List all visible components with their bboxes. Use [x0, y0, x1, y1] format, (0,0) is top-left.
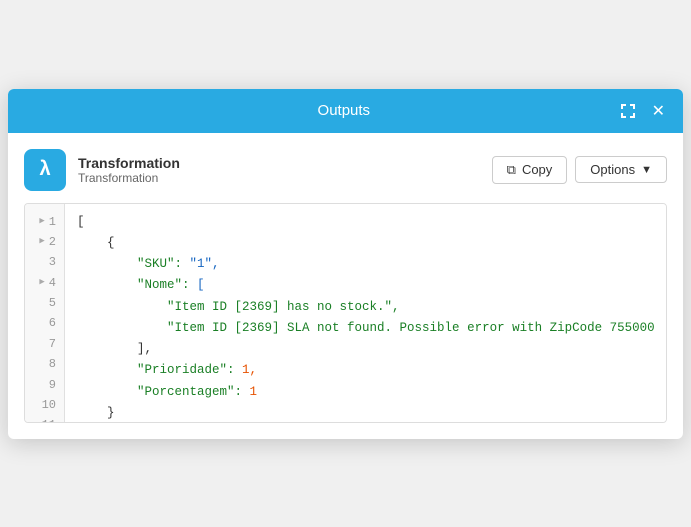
options-label: Options: [590, 162, 635, 177]
code-line: "SKU": "1",: [77, 254, 655, 275]
line-number: 11: [35, 415, 56, 422]
line-number: ▶4: [35, 273, 56, 293]
lambda-icon: λ: [24, 149, 66, 191]
code-line: "Item ID [2369] SLA not found. Possible …: [77, 318, 655, 339]
actions-bar: ⧉ Copy Options ▼: [492, 156, 667, 184]
transformation-labels: Transformation Transformation: [78, 155, 180, 185]
line-number: 3: [35, 252, 56, 272]
line-number: ▶1: [35, 212, 56, 232]
line-number: 8: [35, 354, 56, 374]
transformation-subtitle: Transformation: [78, 171, 180, 185]
outputs-modal: Outputs ✕: [8, 89, 683, 439]
options-button[interactable]: Options ▼: [575, 156, 667, 183]
header-controls: ✕: [616, 99, 669, 123]
line-number: 9: [35, 375, 56, 395]
code-line: ],: [77, 339, 655, 360]
transformation-name: Transformation: [78, 155, 180, 171]
code-panel: ▶1▶2 3▶4 5 6 7 8 9 10 11 [ { "SKU": "1",…: [24, 203, 667, 423]
code-line: "Nome": [: [77, 275, 655, 296]
modal-body: λ Transformation Transformation ⧉ Copy O…: [8, 133, 683, 439]
copy-button[interactable]: ⧉ Copy: [492, 156, 568, 184]
copy-icon: ⧉: [507, 162, 516, 178]
transformation-header: λ Transformation Transformation ⧉ Copy O…: [24, 149, 667, 191]
code-line: {: [77, 233, 655, 254]
close-button[interactable]: ✕: [648, 99, 669, 123]
lambda-symbol: λ: [39, 158, 50, 181]
code-inner: ▶1▶2 3▶4 5 6 7 8 9 10 11 [ { "SKU": "1",…: [25, 204, 667, 423]
line-numbers: ▶1▶2 3▶4 5 6 7 8 9 10 11: [25, 204, 65, 423]
close-icon: ✕: [652, 101, 665, 121]
line-number: 6: [35, 313, 56, 333]
code-line: "Item ID [2369] has no stock.",: [77, 297, 655, 318]
modal-title: Outputs: [72, 102, 616, 119]
code-line: "Porcentagem": 1: [77, 382, 655, 403]
code-line: }: [77, 403, 655, 423]
line-number: ▶2: [35, 232, 56, 252]
code-line: [: [77, 212, 655, 233]
code-line: "Prioridade": 1,: [77, 360, 655, 381]
line-number: 7: [35, 334, 56, 354]
copy-label: Copy: [522, 162, 552, 177]
transformation-info: λ Transformation Transformation: [24, 149, 180, 191]
expand-button[interactable]: [616, 101, 640, 121]
modal-header: Outputs ✕: [8, 89, 683, 133]
chevron-down-icon: ▼: [641, 164, 652, 176]
code-content: [ { "SKU": "1", "Nome": [ "Item ID [2369…: [65, 204, 667, 423]
line-number: 5: [35, 293, 56, 313]
line-number: 10: [35, 395, 56, 415]
